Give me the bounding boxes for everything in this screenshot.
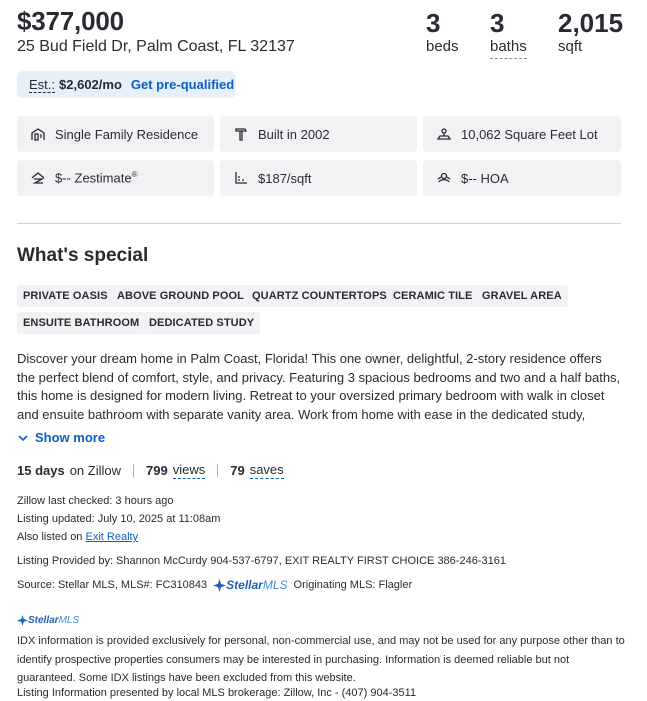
feature-tag: GRAVEL AREA (476, 285, 568, 307)
beds-value: 3 (426, 8, 441, 38)
feature-tag: ENSUITE BATHROOM (17, 312, 146, 334)
star-icon (17, 615, 28, 626)
feature-tag: CERAMIC TILE (387, 285, 479, 307)
stellar-mls-logo: Stellar MLS (213, 578, 288, 592)
saves-value: 79 (230, 463, 245, 478)
source-text: Source: Stellar MLS, MLS#: FC310843 (17, 579, 208, 591)
sqft-value: 2,015 (558, 8, 624, 38)
listing-address: 25 Bud Field Dr, Palm Coast, FL 32137 (17, 38, 295, 55)
beds-label: beds (426, 38, 459, 55)
baths-label[interactable]: baths (490, 38, 527, 59)
feature-tag: ABOVE GROUND POOL (111, 285, 250, 307)
section-divider (17, 223, 621, 224)
listing-updated-text: Listing updated: July 10, 2025 at 11:08a… (17, 513, 221, 525)
originating-mls-text: Originating MLS: Flagler (293, 579, 413, 591)
fact-year-built-text: Built in 2002 (258, 126, 330, 142)
sqft-label: sqft (558, 38, 583, 55)
views-value: 799 (146, 463, 168, 478)
fact-lot-size-text: 10,062 Square Feet Lot (461, 126, 598, 142)
sqft-stat: 2,015 sqft (558, 8, 623, 56)
beds-stat: 3 beds (426, 8, 459, 56)
payment-estimate-pill: Est.: $2,602/mo Get pre-qualified (17, 71, 236, 98)
last-checked-text: Zillow last checked: 3 hours ago (17, 495, 174, 507)
source-line: Source: Stellar MLS, MLS#: FC310843 Stel… (17, 578, 412, 592)
est-label[interactable]: Est.: (29, 77, 56, 93)
fact-price-per-sqft-text: $187/sqft (258, 170, 312, 186)
lot-icon (435, 125, 453, 143)
fact-hoa: $-- HOA (423, 160, 621, 196)
stellar-mls-badge: Stellar MLS (17, 615, 79, 626)
fact-home-type-text: Single Family Residence (55, 126, 199, 142)
chevron-down-icon (17, 432, 29, 444)
feature-tag: DEDICATED STUDY (143, 312, 261, 334)
feature-tag: PRIVATE OASIS (17, 285, 114, 307)
baths-stat[interactable]: 3 baths (490, 8, 527, 59)
baths-value: 3 (490, 8, 505, 38)
star-icon (213, 578, 227, 592)
monthly-payment: $2,602/mo (59, 77, 122, 92)
also-listed-prefix: Also listed on (17, 531, 83, 543)
zestimate-icon (29, 169, 47, 187)
views-label[interactable]: views (172, 462, 206, 479)
days-on-zillow-label: on Zillow (69, 463, 121, 478)
saves-label[interactable]: saves (249, 462, 284, 479)
fact-lot-size: 10,062 Square Feet Lot (423, 116, 621, 152)
metrics-separator (217, 464, 219, 477)
fact-zestimate[interactable]: $-- Zestimate® (17, 160, 214, 196)
also-listed: Also listed on Exit Realty (17, 531, 138, 543)
whats-special-title: What's special (17, 245, 149, 266)
metrics-separator (133, 464, 134, 477)
show-more-button[interactable]: Show more (17, 430, 105, 445)
stellar-mls-logo: Stellar MLS (17, 615, 79, 626)
days-on-zillow-value: 15 days (17, 463, 65, 478)
get-prequalified-link[interactable]: Get pre-qualified (131, 77, 234, 92)
fact-home-type: Single Family Residence (17, 116, 214, 152)
fact-year-built: Built in 2002 (220, 116, 417, 152)
show-more-label: Show more (35, 430, 106, 445)
hammer-icon (232, 125, 250, 143)
fact-price-per-sqft: $187/sqft (220, 160, 417, 196)
listing-price: $377,000 (17, 6, 124, 36)
fact-hoa-text: $-- HOA (461, 170, 509, 186)
listing-provided-by: Listing Provided by: Shannon McCurdy 904… (17, 555, 506, 567)
idx-disclaimer: IDX information is provided exclusively … (17, 635, 625, 684)
house-icon (29, 125, 47, 143)
price-per-sqft-icon (232, 169, 250, 187)
brokerage-text: Listing Information presented by local M… (17, 687, 417, 699)
listing-description: Discover your dream home in Palm Coast, … (17, 351, 621, 422)
feature-tag: QUARTZ COUNTERTOPS (246, 285, 393, 307)
exit-realty-link[interactable]: Exit Realty (86, 531, 139, 543)
fact-zestimate-text: $-- Zestimate® (55, 170, 138, 186)
hoa-icon (435, 169, 453, 187)
listing-activity: 15 days on Zillow 799 views 79 saves (17, 462, 284, 479)
